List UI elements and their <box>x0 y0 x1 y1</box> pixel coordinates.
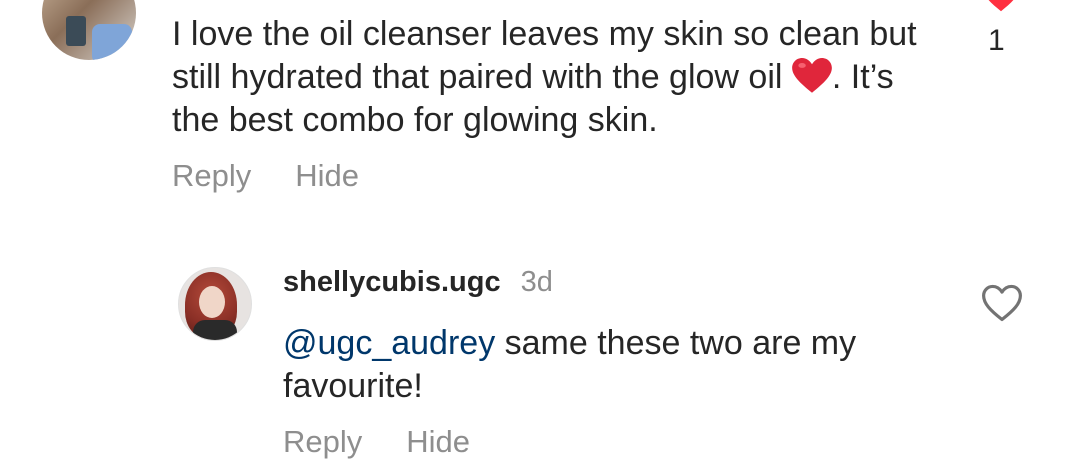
comments-screen: I love the oil cleanser leaves my skin s… <box>0 0 1080 474</box>
comment-actions: Reply Hide <box>172 158 359 194</box>
heart-filled-icon[interactable] <box>983 0 1019 14</box>
comment-header: shellycubis.ugc 3d <box>283 266 553 299</box>
avatar[interactable] <box>178 267 252 341</box>
mention-link[interactable]: @ugc_audrey <box>283 324 495 362</box>
comment-text: @ugc_audrey same these two are my favour… <box>283 324 857 405</box>
hide-button[interactable]: Hide <box>406 424 470 460</box>
red-heart-emoji-icon <box>792 58 832 93</box>
username[interactable]: shellycubis.ugc <box>283 266 501 299</box>
reply-button[interactable]: Reply <box>172 158 251 194</box>
heart-outline-icon[interactable] <box>981 284 1023 322</box>
like-count: 1 <box>988 24 1005 57</box>
timestamp: 3d <box>520 266 553 298</box>
reply-button[interactable]: Reply <box>283 424 362 460</box>
comment-text: I love the oil cleanser leaves my skin s… <box>172 15 917 139</box>
comment-actions: Reply Hide <box>283 424 470 460</box>
avatar[interactable] <box>42 0 136 60</box>
hide-button[interactable]: Hide <box>295 158 359 194</box>
